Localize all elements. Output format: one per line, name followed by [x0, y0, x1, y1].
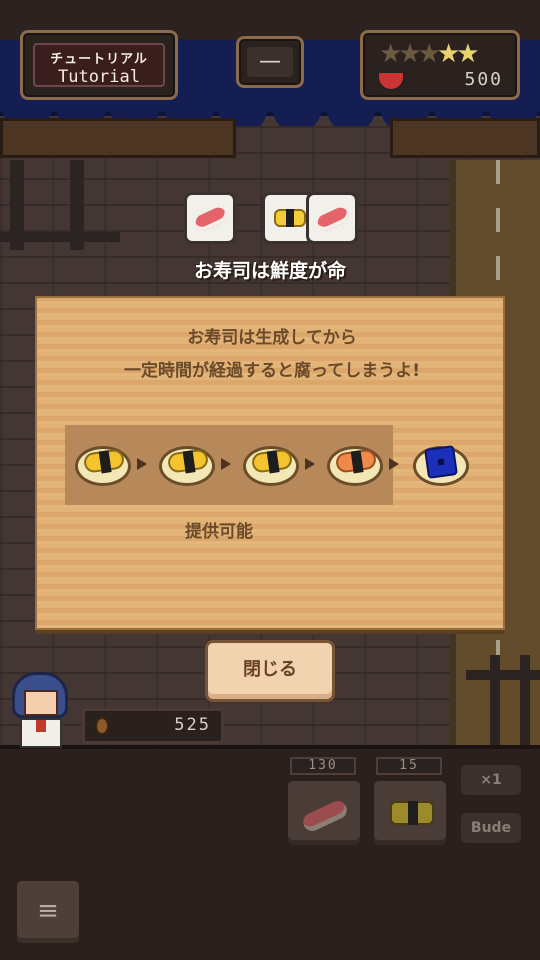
arrow-right-icon [389, 458, 399, 470]
minimize-button[interactable]: — [236, 36, 304, 88]
dialog-message-line2: 一定時間が経過すると腐ってしまうよ! [124, 361, 420, 381]
ramen-bowl-icon [377, 71, 405, 91]
star-filled-icon: ★ [456, 39, 479, 69]
arrow-right-icon [221, 458, 231, 470]
slot-count-tamago: 15 [376, 757, 442, 775]
star-rating: ★★★★★ [379, 39, 480, 69]
tamago-sushi-slot[interactable] [371, 778, 449, 848]
side-action-button[interactable]: Bude [458, 810, 524, 846]
hamburger-menu-icon: ≡ [37, 896, 59, 926]
slot-count-tuna: 130 [290, 757, 356, 775]
coin-icon [95, 717, 109, 735]
tuna-sushi-slot[interactable] [285, 778, 363, 848]
tuna-nigiri-icon [306, 192, 358, 244]
tutorial-badge[interactable]: チュートリアル Tutorial [20, 30, 178, 100]
money-display: 525 [82, 708, 224, 744]
dialog-message-line1: お寿司は生成してから [187, 328, 357, 348]
star-filled-icon: ★ [436, 39, 460, 69]
rating-panel: ★★★★★ 500 [360, 30, 520, 100]
close-button[interactable]: 閉じる [205, 640, 335, 702]
spoiling-sushi-icon [327, 446, 383, 486]
star-empty-icon: ★ [417, 39, 441, 69]
speed-button[interactable]: ×1 [458, 762, 524, 798]
shop-money: 500 [464, 69, 503, 90]
tamago-nigiri-icon [390, 801, 434, 825]
dialog-title: お寿司は鮮度が命 [193, 260, 346, 282]
fresh-tamago-sushi-icon [243, 446, 299, 486]
star-empty-icon: ★ [398, 39, 421, 69]
chef-character [6, 672, 78, 750]
tuna-nigiri-icon [300, 798, 350, 834]
servable-label: 提供可能 [185, 522, 253, 542]
minimize-label: — [247, 47, 293, 77]
freshness-dialog: お寿司は生成してから 一定時間が経過すると腐ってしまうよ! 提供可能 [35, 296, 505, 630]
fresh-tamago-sushi-icon [75, 446, 131, 486]
fresh-tamago-sushi-icon [159, 446, 215, 486]
tuna-nigiri-icon [184, 192, 236, 244]
arrow-right-icon [137, 458, 147, 470]
star-empty-icon: ★ [379, 39, 402, 69]
arrow-right-icon [305, 458, 315, 470]
rotten-sushi-icon [413, 445, 469, 486]
tutorial-label-jp: チュートリアル [50, 52, 148, 67]
tutorial-label-en: Tutorial [58, 67, 140, 87]
tutorial-badge-inner: チュートリアル Tutorial [33, 43, 165, 87]
menu-button[interactable]: ≡ [14, 878, 82, 946]
money-value: 525 [174, 715, 211, 735]
